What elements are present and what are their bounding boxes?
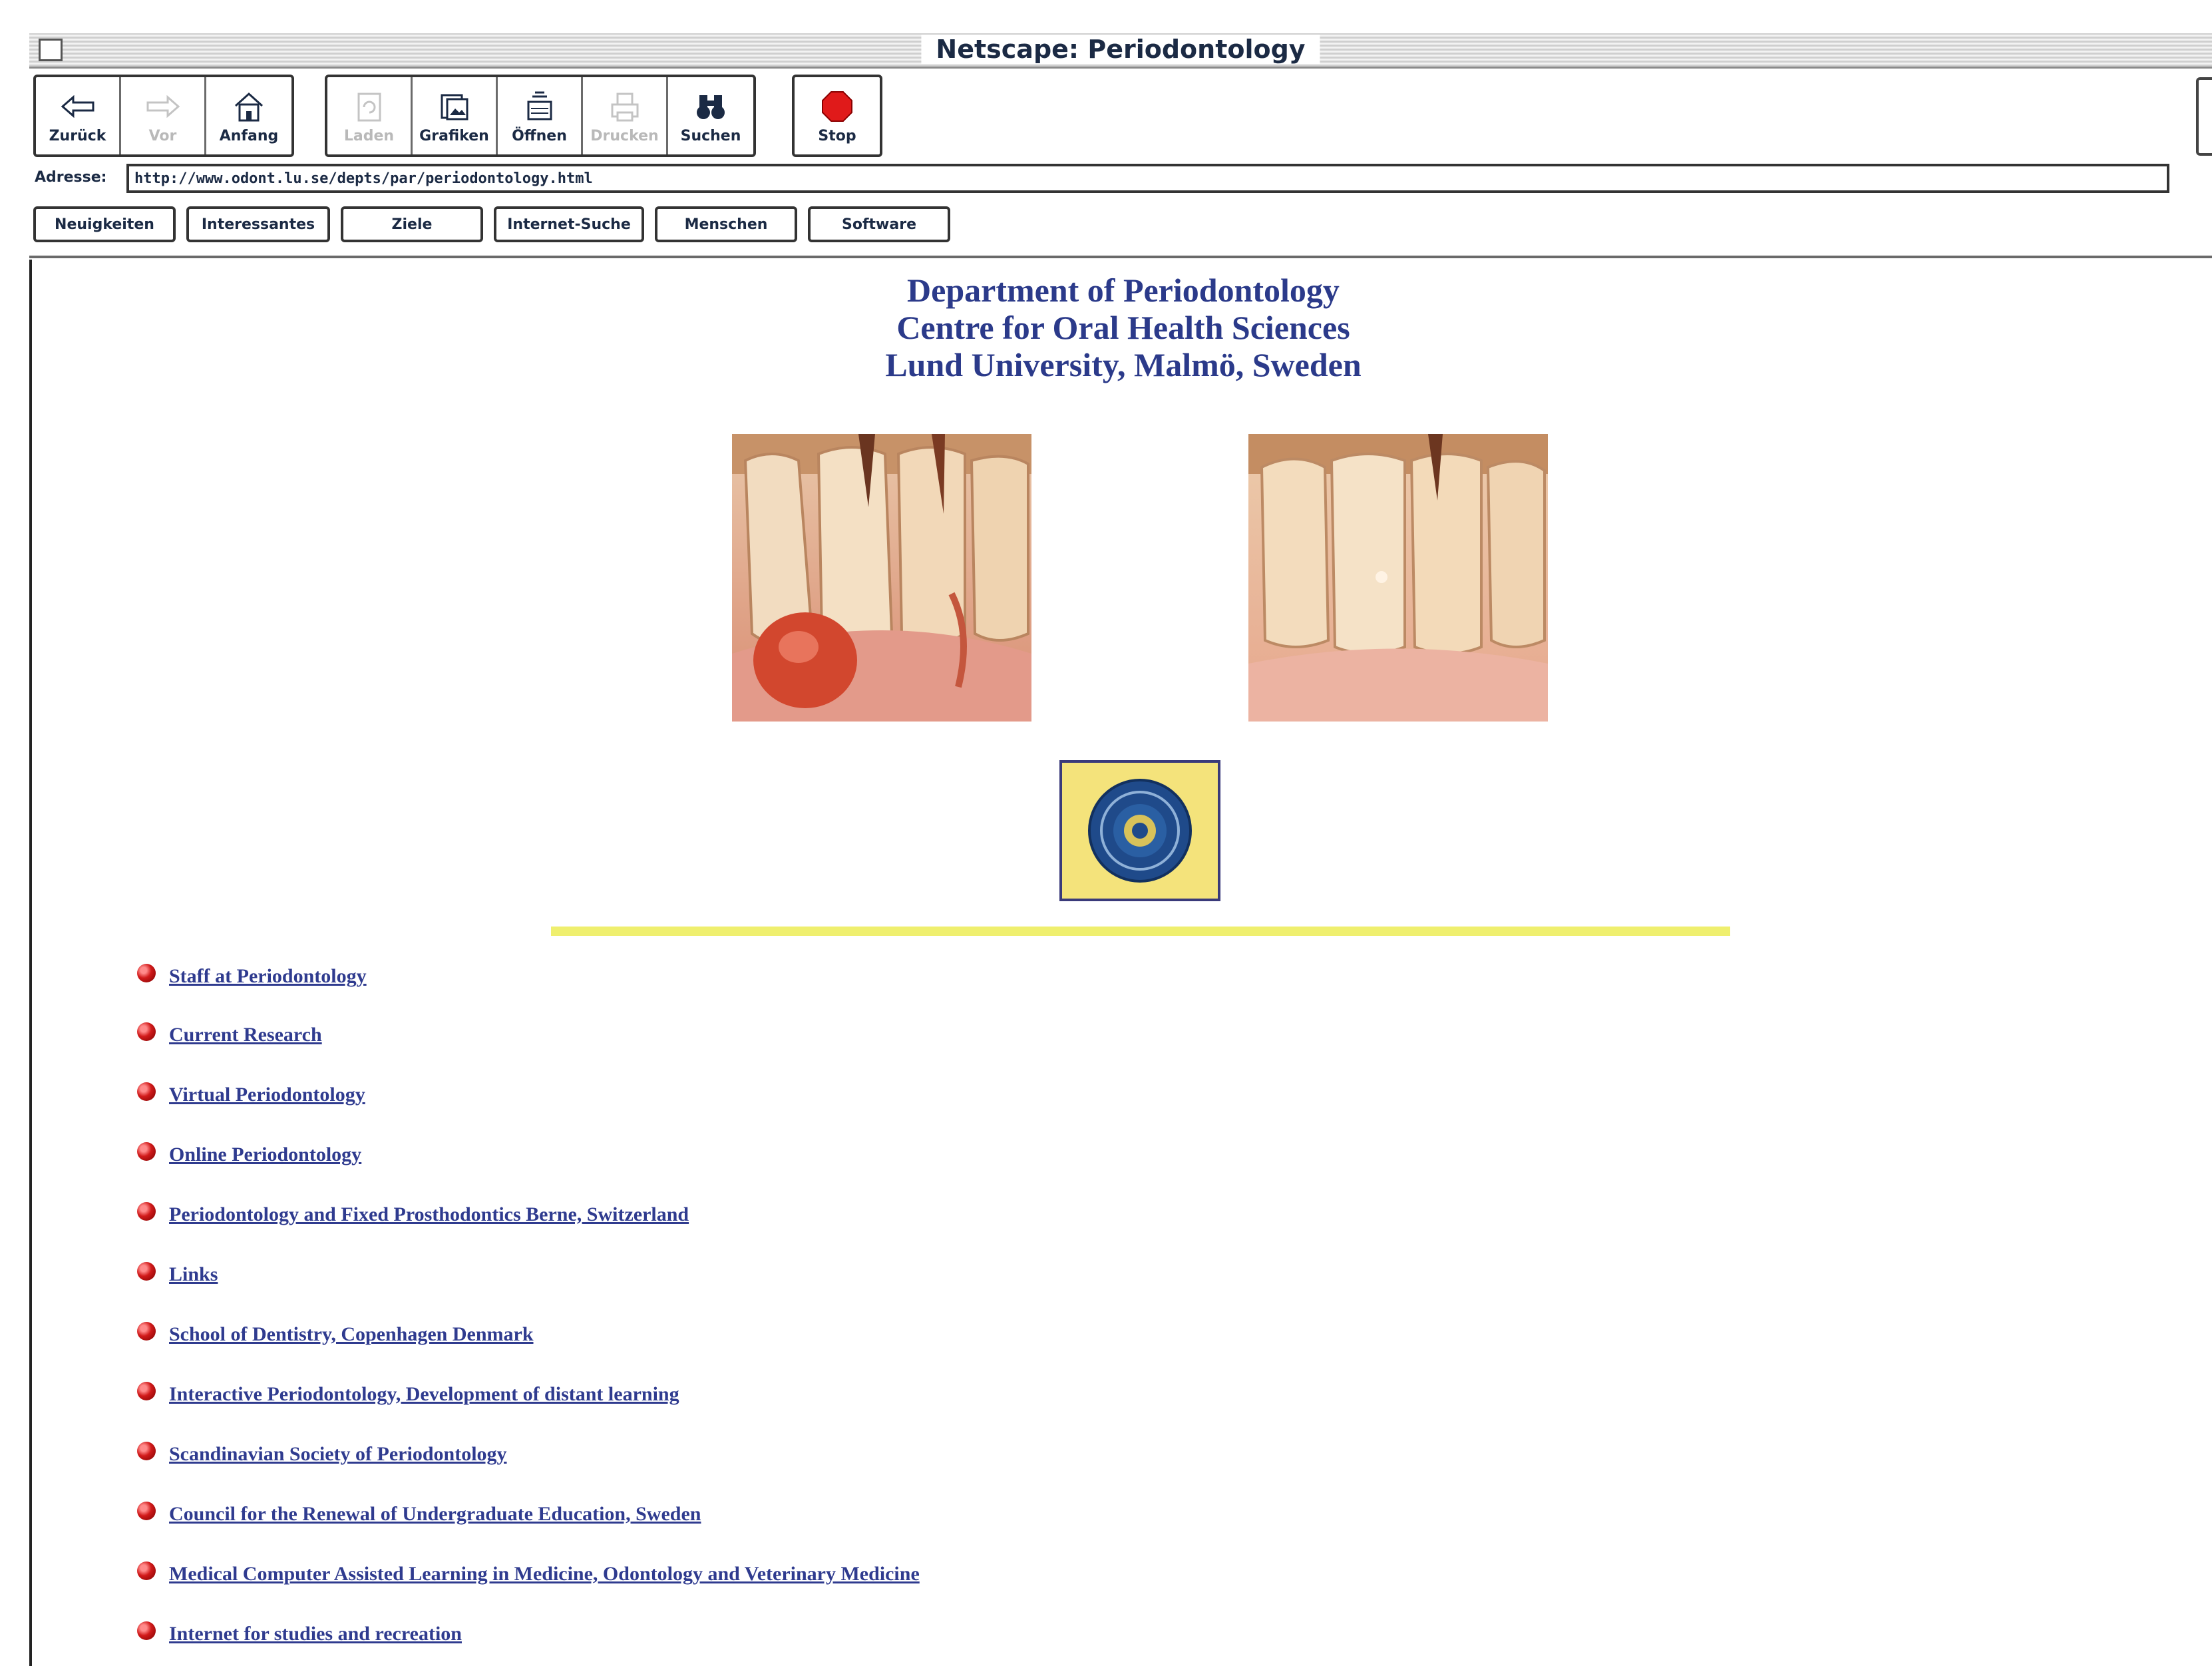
directory-button-menschen[interactable]: Menschen: [655, 206, 797, 242]
stop-button[interactable]: Stop: [795, 77, 880, 154]
list-item[interactable]: Internet for studies and recreation: [137, 1621, 462, 1645]
find-button[interactable]: Suchen: [668, 77, 753, 154]
images-icon: [435, 88, 474, 125]
link-internet-studies[interactable]: Internet for studies and recreation: [169, 1623, 462, 1645]
directory-button-ziele[interactable]: Ziele: [341, 206, 483, 242]
window-title: Netscape: Periodontology: [921, 35, 1320, 64]
toolbar-group-stop: Stop: [792, 75, 882, 157]
print-icon: [605, 88, 645, 125]
list-item[interactable]: Council for the Renewal of Undergraduate…: [137, 1502, 701, 1526]
bullet-icon: [137, 1142, 156, 1161]
forward-arrow-icon: [143, 88, 183, 125]
list-item[interactable]: Scandinavian Society of Periodontology: [137, 1442, 507, 1466]
open-icon: [520, 88, 560, 125]
link-online-periodontology[interactable]: Online Periodontology: [169, 1144, 361, 1166]
toolbar-group-navigation: Zurück Vor Anfang: [33, 75, 294, 157]
address-input[interactable]: http://www.odont.lu.se/depts/par/periodo…: [126, 164, 2169, 193]
home-button[interactable]: Anfang: [206, 77, 291, 154]
forward-button[interactable]: Vor: [121, 77, 206, 154]
reload-icon: [349, 88, 389, 125]
bullet-icon: [137, 1322, 156, 1341]
address-label: Adresse:: [35, 169, 107, 186]
print-button[interactable]: Drucken: [583, 77, 668, 154]
teeth-photo-before: [732, 434, 1031, 722]
list-item[interactable]: Virtual Periodontology: [137, 1082, 365, 1106]
heading-line-university: Lund University, Malmö, Sweden: [885, 346, 1362, 383]
back-button[interactable]: Zurück: [36, 77, 121, 154]
link-interactive-periodontology[interactable]: Interactive Periodontology, Development …: [169, 1383, 679, 1406]
list-item[interactable]: Links: [137, 1262, 218, 1286]
link-staff[interactable]: Staff at Periodontology: [169, 965, 367, 988]
bullet-icon: [137, 964, 156, 982]
heading-line-centre: Centre for Oral Health Sciences: [896, 309, 1350, 346]
list-item[interactable]: Medical Computer Assisted Learning in Me…: [137, 1562, 920, 1585]
list-item[interactable]: School of Dentistry, Copenhagen Denmark: [137, 1322, 534, 1346]
bullet-icon: [137, 1262, 156, 1281]
link-council-renewal[interactable]: Council for the Renewal of Undergraduate…: [169, 1503, 701, 1526]
page-heading: Department of Periodontology Centre for …: [32, 272, 2212, 383]
reload-button[interactable]: Laden: [327, 77, 413, 154]
link-virtual-periodontology[interactable]: Virtual Periodontology: [169, 1084, 365, 1106]
netscape-logo-box[interactable]: [2196, 77, 2212, 156]
bullet-icon: [137, 1382, 156, 1400]
stop-icon: [817, 88, 857, 125]
toolbar-group-page: Laden Grafiken Öffnen Drucken Suchen: [325, 75, 756, 157]
open-button[interactable]: Öffnen: [498, 77, 583, 154]
link-copenhagen[interactable]: School of Dentistry, Copenhagen Denmark: [169, 1323, 534, 1346]
bullet-icon: [137, 1442, 156, 1460]
heading-line-department: Department of Periodontology: [907, 272, 1340, 309]
list-item[interactable]: Periodontology and Fixed Prosthodontics …: [137, 1202, 689, 1226]
bullet-icon: [137, 1562, 156, 1580]
link-current-research[interactable]: Current Research: [169, 1024, 322, 1046]
directory-button-internet-suche[interactable]: Internet-Suche: [494, 206, 644, 242]
page-content[interactable]: Department of Periodontology Centre for …: [29, 260, 2212, 1666]
directory-button-interessantes[interactable]: Interessantes: [186, 206, 330, 242]
link-links[interactable]: Links: [169, 1263, 218, 1286]
back-arrow-icon: [58, 88, 98, 125]
list-item[interactable]: Current Research: [137, 1022, 322, 1046]
horizontal-rule: [551, 927, 1730, 936]
bullet-icon: [137, 1022, 156, 1041]
teeth-photo-after: [1248, 434, 1548, 722]
bullet-icon: [137, 1082, 156, 1101]
binoculars-icon: [691, 88, 731, 125]
university-seal-link[interactable]: [1059, 760, 1220, 901]
close-box-icon[interactable]: [39, 39, 63, 61]
link-scandinavian-society[interactable]: Scandinavian Society of Periodontology: [169, 1443, 507, 1466]
link-berne[interactable]: Periodontology and Fixed Prosthodontics …: [169, 1203, 689, 1226]
chrome-separator: [29, 256, 2212, 258]
images-button[interactable]: Grafiken: [413, 77, 498, 154]
lund-seal-icon: [1088, 779, 1192, 883]
list-item[interactable]: Online Periodontology: [137, 1142, 361, 1166]
bullet-icon: [137, 1202, 156, 1221]
bullet-icon: [137, 1502, 156, 1520]
directory-button-neuigkeiten[interactable]: Neuigkeiten: [33, 206, 176, 242]
directory-button-software[interactable]: Software: [808, 206, 950, 242]
title-bar[interactable]: Netscape: Periodontology: [29, 33, 2212, 69]
link-medical-cal[interactable]: Medical Computer Assisted Learning in Me…: [169, 1563, 920, 1585]
bullet-icon: [137, 1621, 156, 1640]
list-item[interactable]: Interactive Periodontology, Development …: [137, 1382, 679, 1406]
list-item[interactable]: Staff at Periodontology: [137, 964, 367, 988]
home-icon: [229, 88, 269, 125]
